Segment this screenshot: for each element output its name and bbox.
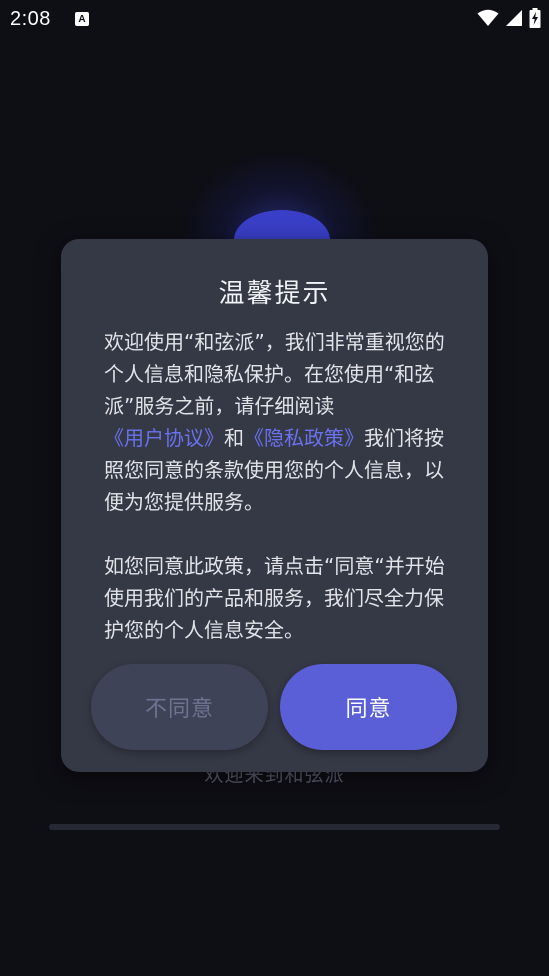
and-text: 和 [224,426,244,450]
dialog-paragraph-2: 如您同意此政策，请点击“同意“并开始使用我们的产品和服务，我们尽全力保护您的个人… [104,554,445,642]
agree-button[interactable]: 同意 [280,664,457,750]
notification-badge-icon: A [74,12,89,26]
splash-screen: 2:08 A 欢迎来到和弦派 温馨提示 欢迎使用“和弦派”，我们非常重视您的个人… [0,0,549,976]
loading-progress-track [49,824,500,830]
disagree-button[interactable]: 不同意 [91,664,268,750]
dialog-paragraph-1: 欢迎使用“和弦派”，我们非常重视您的个人信息和隐私保护。在您使用“和弦派”服务之… [104,326,449,518]
user-agreement-link[interactable]: 《用户协议》 [104,426,224,450]
battery-charging-icon [529,8,541,28]
status-icons [477,8,541,28]
privacy-policy-link[interactable]: 《隐私政策》 [244,426,364,450]
wifi-icon [477,9,499,26]
dialog-title: 温馨提示 [218,279,331,309]
signal-icon [506,10,522,26]
paragraph-1-intro: 欢迎使用“和弦派”，我们非常重视您的个人信息和隐私保护。在您使用“和弦派”服务之… [104,330,445,418]
privacy-dialog: 温馨提示 欢迎使用“和弦派”，我们非常重视您的个人信息和隐私保护。在您使用“和弦… [61,239,488,772]
status-bar: 2:08 A [0,0,549,38]
status-time: 2:08 [10,7,51,30]
dialog-body: 欢迎使用“和弦派”，我们非常重视您的个人信息和隐私保护。在您使用“和弦派”服务之… [104,326,449,646]
